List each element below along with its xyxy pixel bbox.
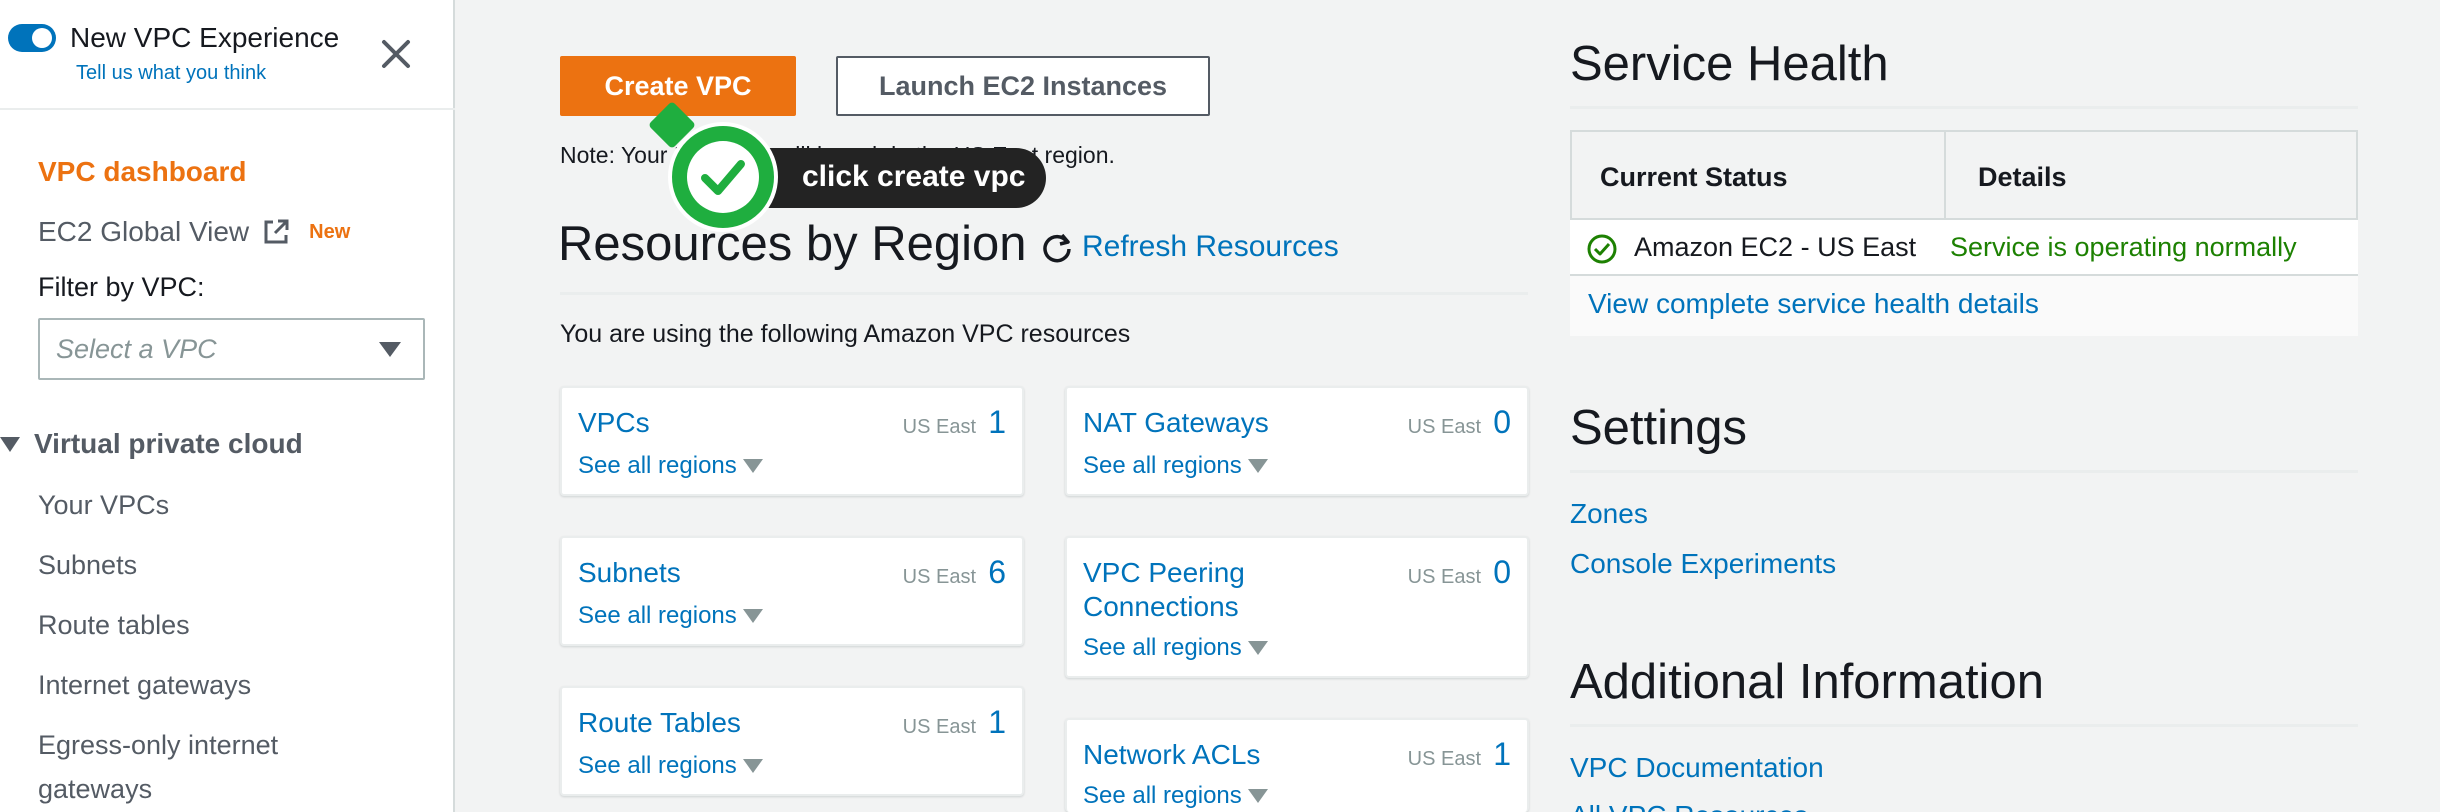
sidebar-divider [0, 108, 455, 110]
new-badge: New [309, 220, 351, 243]
refresh-icon [1043, 233, 1071, 263]
resource-card-vpcs: VPCs US East 1 See all regions [560, 386, 1024, 496]
sidebar-item-egress-only-internet-gateways-line2[interactable]: gateways [38, 774, 152, 805]
caret-down-icon [742, 609, 763, 623]
sidebar-item-subnets[interactable]: Subnets [38, 550, 137, 581]
all-vpc-resources-link[interactable]: All VPC Resources [1570, 800, 1808, 812]
service-name: Amazon EC2 - US East [1634, 232, 1917, 262]
additional-information-rule [1570, 724, 2358, 727]
click-indicator-center [687, 141, 759, 213]
resource-card-region: US East [1407, 566, 1481, 588]
settings-heading: Settings [1570, 401, 1748, 455]
resource-card-region: US East [1407, 416, 1481, 438]
resource-card-title[interactable]: NAT Gateways [1083, 406, 1269, 440]
ec2-global-view-label: EC2 Global View [38, 216, 250, 247]
toggle-knob [32, 28, 52, 48]
vpc-documentation-link[interactable]: VPC Documentation [1570, 752, 1824, 784]
see-all-regions-link[interactable]: See all regions [1083, 634, 1268, 662]
resource-card-title[interactable]: Route Tables [578, 706, 741, 740]
caret-down-icon [379, 342, 401, 357]
resource-card-count[interactable]: 0 [1493, 404, 1511, 441]
checkmark-icon [701, 160, 745, 195]
column-header-current-status: Current Status [1600, 162, 1788, 192]
resource-card-region: US East [902, 566, 976, 588]
close-icon[interactable] [376, 34, 416, 74]
service-health-rule [1570, 106, 2358, 109]
see-all-regions-link[interactable]: See all regions [1083, 452, 1268, 480]
health-details-row: View complete service health details [1570, 276, 2358, 336]
table-row: Amazon EC2 - US East Service is operatin… [1570, 220, 2358, 276]
caret-down-icon [742, 759, 763, 773]
sidebar-item-internet-gateways[interactable]: Internet gateways [38, 670, 251, 701]
caret-down-icon [1247, 641, 1268, 655]
sidebar: New VPC Experience Tell us what you thin… [0, 0, 455, 812]
see-all-regions-link[interactable]: See all regions [578, 752, 763, 780]
view-service-health-link[interactable]: View complete service health details [1588, 288, 2039, 320]
settings-rule [1570, 470, 2358, 473]
resource-card-count[interactable]: 6 [988, 554, 1006, 591]
additional-information-heading: Additional Information [1570, 655, 2044, 709]
column-header-details: Details [1978, 162, 2067, 192]
status-ok-icon [1587, 234, 1617, 264]
see-all-regions-link[interactable]: See all regions [578, 602, 763, 630]
filter-by-vpc-label: Filter by VPC: [38, 272, 205, 302]
resources-description: You are using the following Amazon VPC r… [560, 320, 1131, 348]
toggle-title: New VPC Experience [70, 22, 340, 53]
section-virtual-private-cloud[interactable]: Virtual private cloud [0, 428, 303, 460]
caret-down-icon [1247, 789, 1268, 803]
column-divider [1944, 132, 1946, 220]
sidebar-item-your-vpcs[interactable]: Your VPCs [38, 490, 169, 521]
resource-card-network-acls: Network ACLs US East 1 See all regions [1065, 718, 1529, 812]
service-health-table: Current Status Details Amazon EC2 - US E… [1570, 130, 2358, 336]
sidebar-item-egress-only-internet-gateways[interactable]: Egress-only internet [38, 730, 278, 761]
feedback-link[interactable]: Tell us what you think [76, 62, 266, 85]
new-vpc-experience-toggle[interactable] [8, 24, 56, 52]
see-all-regions-link[interactable]: See all regions [578, 452, 763, 480]
service-health-heading: Service Health [1570, 37, 1889, 91]
sidebar-item-vpc-dashboard[interactable]: VPC dashboard [38, 156, 246, 188]
caret-down-icon [742, 459, 763, 473]
resource-card-subnets: Subnets US East 6 See all regions [560, 536, 1024, 646]
resource-card-count[interactable]: 1 [988, 704, 1006, 741]
zones-link[interactable]: Zones [1570, 498, 1648, 530]
resource-card-count[interactable]: 1 [988, 404, 1006, 441]
resource-card-count[interactable]: 0 [1493, 554, 1511, 591]
vpc-select[interactable]: Select a VPC [38, 318, 425, 380]
resource-card-title[interactable]: Subnets [578, 556, 681, 590]
see-all-regions-label: See all regions [1083, 452, 1242, 479]
launch-ec2-instances-button[interactable]: Launch EC2 Instances [836, 56, 1210, 116]
resource-card-region: US East [902, 416, 976, 438]
sidebar-item-ec2-global-view[interactable]: EC2 Global View New [38, 216, 350, 248]
refresh-label: Refresh Resources [1082, 230, 1339, 263]
resource-card-vpc-peering-connections: VPC Peering Connections US East 0 See al… [1065, 536, 1529, 678]
see-all-regions-label: See all regions [578, 452, 737, 479]
section-title: Virtual private cloud [34, 428, 303, 459]
resource-card-title[interactable]: Network ACLs [1083, 738, 1260, 772]
caret-down-icon [1247, 459, 1268, 473]
resource-card-count[interactable]: 1 [1493, 736, 1511, 773]
resources-by-region-heading: Resources by Region [558, 217, 1027, 271]
console-experiments-link[interactable]: Console Experiments [1570, 548, 1836, 580]
resource-card-title[interactable]: VPCs [578, 406, 650, 440]
resource-card-region: US East [1407, 748, 1481, 770]
see-all-regions-label: See all regions [578, 602, 737, 629]
service-status: Service is operating normally [1950, 232, 2297, 262]
sidebar-item-route-tables[interactable]: Route tables [38, 610, 190, 641]
section-rule [560, 292, 1528, 295]
external-link-icon [264, 219, 289, 244]
see-all-regions-link[interactable]: See all regions [1083, 782, 1268, 810]
resource-card-title[interactable]: VPC Peering Connections [1083, 556, 1383, 624]
vpc-select-placeholder: Select a VPC [56, 334, 217, 364]
see-all-regions-label: See all regions [1083, 782, 1242, 809]
table-header: Current Status Details [1570, 130, 2358, 220]
see-all-regions-label: See all regions [1083, 634, 1242, 661]
click-annotation-text: click create vpc [802, 160, 1026, 193]
caret-down-icon [0, 436, 20, 452]
resource-card-nat-gateways: NAT Gateways US East 0 See all regions [1065, 386, 1529, 496]
refresh-resources-button[interactable]: Refresh Resources [1040, 230, 1339, 264]
resource-card-route-tables: Route Tables US East 1 See all regions [560, 686, 1024, 796]
resource-card-region: US East [902, 716, 976, 738]
see-all-regions-label: See all regions [578, 752, 737, 779]
